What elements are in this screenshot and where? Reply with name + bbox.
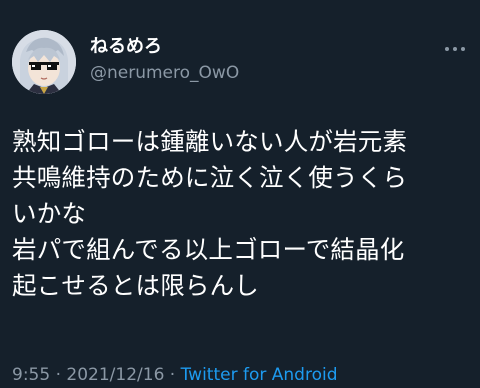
tweet-card: ねるめろ @nerumero_OwO 熟知ゴローは鍾離いない人が岩元素 共鳴維持… [0, 0, 480, 388]
tweet-source-link[interactable]: Twitter for Android [181, 365, 338, 385]
tweet-metadata: 9:55 · 2021/12/16 · Twitter for Android [12, 363, 338, 387]
avatar-image [12, 30, 76, 94]
more-options-button[interactable] [440, 40, 470, 58]
display-name[interactable]: ねるめろ [90, 36, 239, 58]
meta-separator: · [169, 365, 176, 385]
more-dots-icon [445, 47, 449, 51]
tweet-time[interactable]: 9:55 [12, 365, 50, 385]
more-dots-icon [453, 47, 457, 51]
avatar[interactable] [12, 30, 76, 94]
user-info[interactable]: ねるめろ @nerumero_OwO [90, 36, 239, 85]
tweet-date[interactable]: 2021/12/16 [66, 365, 164, 385]
meta-separator: · [55, 365, 61, 385]
user-handle[interactable]: @nerumero_OwO [90, 61, 239, 85]
tweet-text-line: 熟知ゴローは鍾離いない人が岩元素 [12, 127, 408, 156]
tweet-text-line: 共鳴維持のために泣く泣く使うくら [12, 163, 408, 192]
tweet-text-line: いかな [12, 199, 87, 228]
tweet-text-line: 起こせるとは限らんし [12, 271, 259, 300]
more-dots-icon [461, 47, 465, 51]
tweet-text-line: 岩パで組んでる以上ゴローで結晶化 [12, 235, 405, 264]
tweet-text: 熟知ゴローは鍾離いない人が岩元素 共鳴維持のために泣く泣く使うくら いかな 岩パ… [12, 124, 474, 304]
